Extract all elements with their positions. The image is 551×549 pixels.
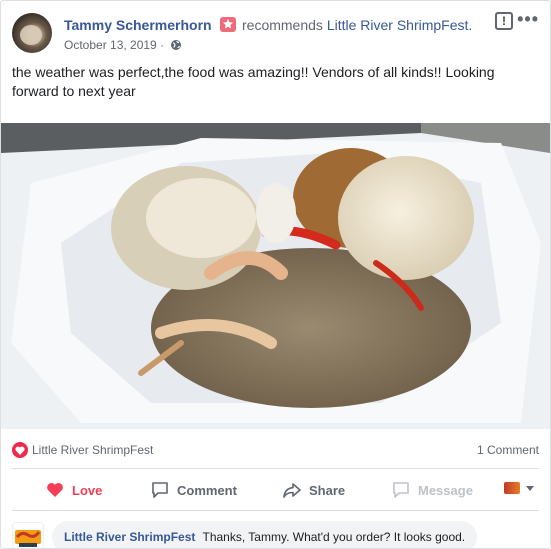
recommend-verb: recommends <box>242 17 323 33</box>
action-bar: Love Comment Share Message <box>12 472 539 508</box>
post-text: the weather was perfect,the food was ama… <box>12 64 495 99</box>
heart-icon <box>47 483 63 497</box>
post-date-text[interactable]: October 13, 2019 · <box>64 38 164 52</box>
message-icon <box>393 482 409 498</box>
page-logo-icon <box>504 482 520 494</box>
comment-label: Comment <box>177 482 237 498</box>
love-reaction-icon <box>12 442 28 458</box>
reaction-summary: Little River ShrimpFest 1 Comment <box>12 441 539 461</box>
recommended-page-link[interactable]: Little River ShrimpFest. <box>327 17 472 33</box>
page-switcher[interactable] <box>504 482 534 494</box>
recommends-line: recommends Little River ShrimpFest. <box>242 17 472 33</box>
comment-bubble: Little River ShrimpFest Thanks, Tammy. W… <box>52 521 478 548</box>
post-header: Tammy Schermerhorn recommends Little Riv… <box>12 9 539 54</box>
comment-text: Thanks, Tammy. What'd you order? It look… <box>202 530 466 544</box>
page-logo-icon <box>15 530 41 547</box>
author-name[interactable]: Tammy Schermerhorn <box>64 17 212 33</box>
comment-row: Little River ShrimpFest Thanks, Tammy. W… <box>12 517 539 548</box>
comment-icon <box>152 482 168 498</box>
love-label: Love <box>72 482 103 498</box>
share-button[interactable]: Share <box>283 472 345 508</box>
comment-button[interactable]: Comment <box>151 472 237 508</box>
share-icon <box>283 483 301 498</box>
flag-icon[interactable]: ! <box>495 12 513 30</box>
commenter-avatar[interactable] <box>12 522 44 548</box>
reaction-names[interactable]: Little River ShrimpFest <box>32 443 153 457</box>
food-photo <box>1 123 550 429</box>
comment-count[interactable]: 1 Comment <box>477 443 539 457</box>
comment-author[interactable]: Little River ShrimpFest <box>64 530 195 544</box>
post-card: Tammy Schermerhorn recommends Little Riv… <box>0 0 551 549</box>
message-label: Message <box>418 482 473 498</box>
message-button[interactable]: Message <box>392 472 473 508</box>
post-photo[interactable] <box>1 123 550 429</box>
love-button[interactable]: Love <box>46 472 102 508</box>
more-icon[interactable]: ••• <box>517 9 539 30</box>
author-avatar[interactable] <box>12 13 52 53</box>
divider <box>12 468 539 469</box>
divider <box>12 510 539 511</box>
post-date: October 13, 2019 · <box>64 38 182 52</box>
globe-icon <box>171 40 182 50</box>
recommend-star-icon <box>220 17 236 32</box>
share-label: Share <box>309 482 346 498</box>
caret-down-icon <box>526 485 534 491</box>
